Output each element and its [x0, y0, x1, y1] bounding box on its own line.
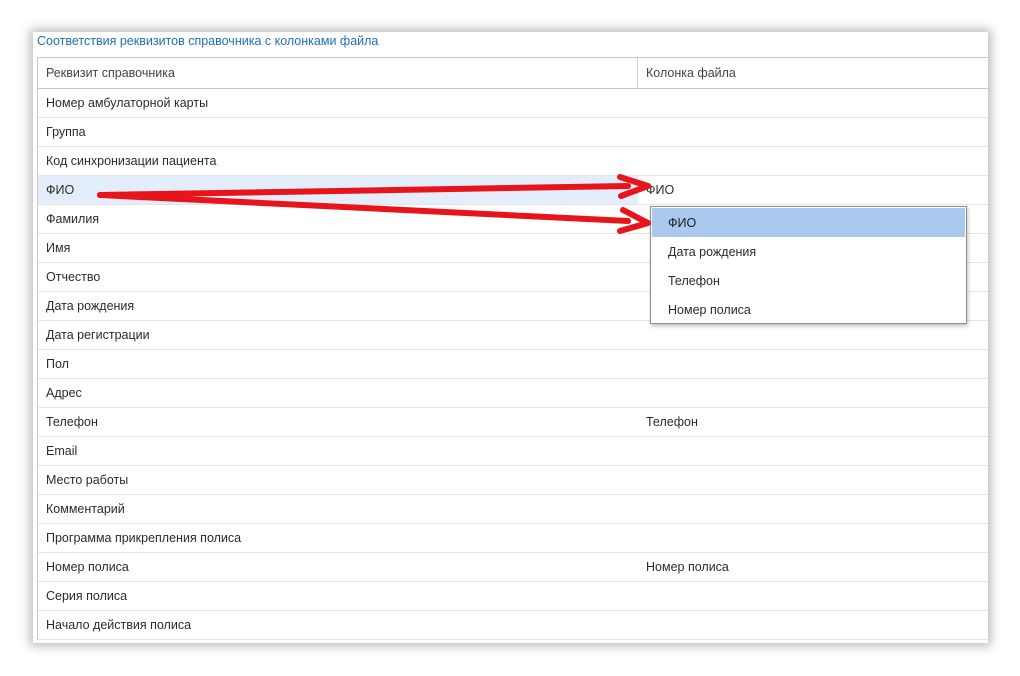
- attribute-cell: Код синхронизации пациента: [46, 154, 217, 168]
- file-column-cell[interactable]: Телефон: [638, 408, 988, 436]
- table-row[interactable]: Место работы: [38, 466, 988, 495]
- dropdown-option-phone[interactable]: Телефон: [652, 266, 965, 295]
- table-row-selected[interactable]: ФИО ФИО: [38, 176, 988, 205]
- table-row[interactable]: Пол: [38, 350, 988, 379]
- table-row[interactable]: Программа прикрепления полиса: [38, 524, 988, 553]
- table-row[interactable]: Адрес: [38, 379, 988, 408]
- dropdown-option-fio[interactable]: ФИО: [652, 208, 965, 237]
- attribute-cell: Начало действия полиса: [46, 618, 192, 632]
- mapping-panel: Соответствия реквизитов справочника с ко…: [33, 32, 988, 643]
- attribute-cell: Отчество: [46, 270, 101, 284]
- file-column-cell[interactable]: [638, 147, 988, 175]
- file-column-cell[interactable]: [638, 495, 988, 523]
- attribute-cell: Место работы: [46, 473, 129, 487]
- file-column-cell[interactable]: [638, 118, 988, 146]
- grid-header: Реквизит справочника Колонка файла: [38, 58, 988, 89]
- attribute-cell: Пол: [46, 357, 69, 371]
- mapping-grid: Реквизит справочника Колонка файла Номер…: [37, 57, 988, 640]
- column-header-attribute[interactable]: Реквизит справочника: [38, 58, 638, 88]
- attribute-cell: Комментарий: [46, 502, 125, 516]
- stage: Соответствия реквизитов справочника с ко…: [0, 0, 1020, 676]
- table-row[interactable]: Код синхронизации пациента: [38, 147, 988, 176]
- file-column-cell[interactable]: [638, 437, 988, 465]
- file-column-cell[interactable]: [638, 379, 988, 407]
- file-column-cell[interactable]: [638, 321, 988, 349]
- dropdown-option-birth-date[interactable]: Дата рождения: [652, 237, 965, 266]
- attribute-cell: Телефон: [46, 415, 98, 429]
- file-column-dropdown[interactable]: ФИО Дата рождения Телефон Номер полиса: [650, 206, 967, 324]
- table-row[interactable]: Серия полиса: [38, 582, 988, 611]
- file-column-editor[interactable]: ФИО: [638, 176, 988, 204]
- file-column-cell[interactable]: [638, 466, 988, 494]
- file-column-cell[interactable]: [638, 350, 988, 378]
- attribute-cell: Адрес: [46, 386, 82, 400]
- file-column-cell[interactable]: [638, 89, 988, 117]
- table-row[interactable]: Номер полиса Номер полиса: [38, 553, 988, 582]
- attribute-cell: Дата рождения: [46, 299, 135, 313]
- attribute-cell: Фамилия: [46, 212, 100, 226]
- attribute-cell: ФИО: [46, 183, 75, 197]
- table-row[interactable]: Номер амбулаторной карты: [38, 89, 988, 118]
- table-row[interactable]: Дата регистрации: [38, 321, 988, 350]
- attribute-cell: Группа: [46, 125, 86, 139]
- table-row[interactable]: Email: [38, 437, 988, 466]
- file-column-cell[interactable]: [638, 582, 988, 610]
- attribute-cell: Номер полиса: [46, 560, 129, 574]
- attribute-cell: Имя: [46, 241, 71, 255]
- table-row[interactable]: Телефон Телефон: [38, 408, 988, 437]
- attribute-cell: Email: [46, 444, 78, 458]
- attribute-cell: Дата регистрации: [46, 328, 150, 342]
- file-column-cell[interactable]: Номер полиса: [638, 553, 988, 581]
- file-column-cell[interactable]: [638, 611, 988, 639]
- file-column-cell[interactable]: [638, 524, 988, 552]
- panel-title: Соответствия реквизитов справочника с ко…: [37, 34, 379, 48]
- dropdown-option-policy-number[interactable]: Номер полиса: [652, 295, 965, 324]
- attribute-cell: Номер амбулаторной карты: [46, 96, 209, 110]
- attribute-cell: Программа прикрепления полиса: [46, 531, 242, 545]
- table-row[interactable]: Группа: [38, 118, 988, 147]
- column-header-file-column[interactable]: Колонка файла: [638, 58, 988, 88]
- attribute-cell: Серия полиса: [46, 589, 128, 603]
- table-row[interactable]: Начало действия полиса: [38, 611, 988, 640]
- table-row[interactable]: Комментарий: [38, 495, 988, 524]
